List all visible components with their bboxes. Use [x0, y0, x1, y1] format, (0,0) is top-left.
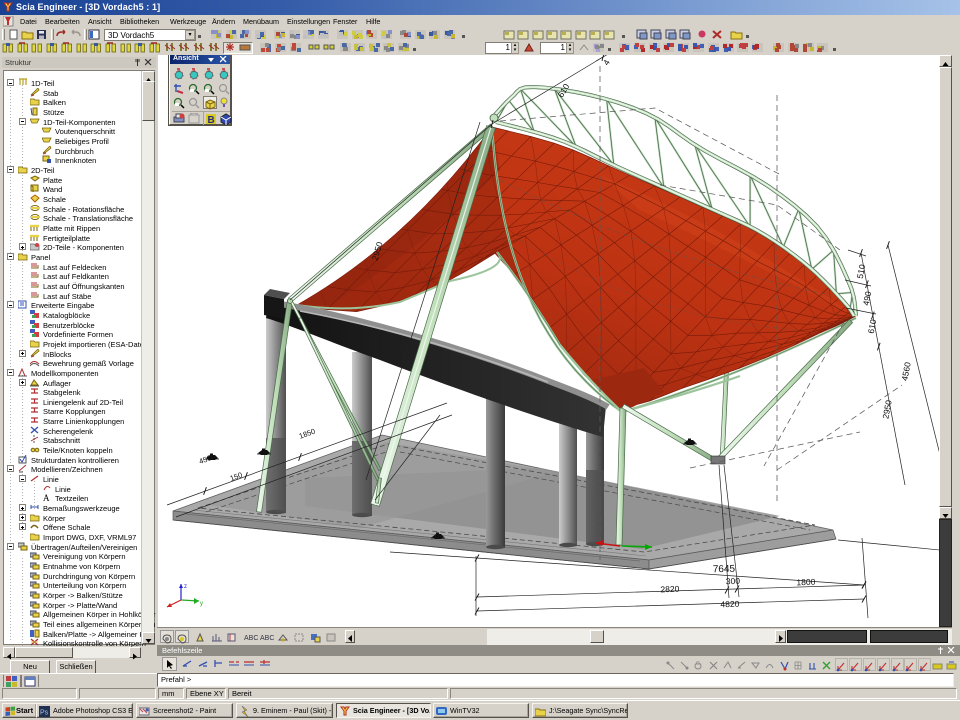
svg-text:B: B — [208, 115, 215, 125]
svg-text:2820: 2820 — [660, 584, 680, 595]
svg-text:4: 4 — [601, 58, 612, 67]
svg-text:ABC: ABC — [244, 635, 258, 642]
svg-text:z: z — [184, 584, 187, 590]
svg-text:490: 490 — [861, 290, 874, 306]
svg-text:610: 610 — [866, 318, 879, 334]
svg-text:A: A — [43, 493, 50, 502]
svg-text:1850: 1850 — [298, 427, 317, 441]
svg-text:4560: 4560 — [899, 361, 912, 382]
svg-text:G: G — [696, 661, 700, 667]
svg-text:ABC: ABC — [260, 635, 274, 642]
svg-text:y: y — [200, 601, 203, 607]
svg-text:1800: 1800 — [796, 577, 816, 588]
svg-text:150: 150 — [229, 470, 244, 483]
svg-text:4820: 4820 — [720, 599, 740, 610]
svg-text:Ps: Ps — [40, 709, 49, 716]
svg-text:7645: 7645 — [713, 564, 736, 575]
